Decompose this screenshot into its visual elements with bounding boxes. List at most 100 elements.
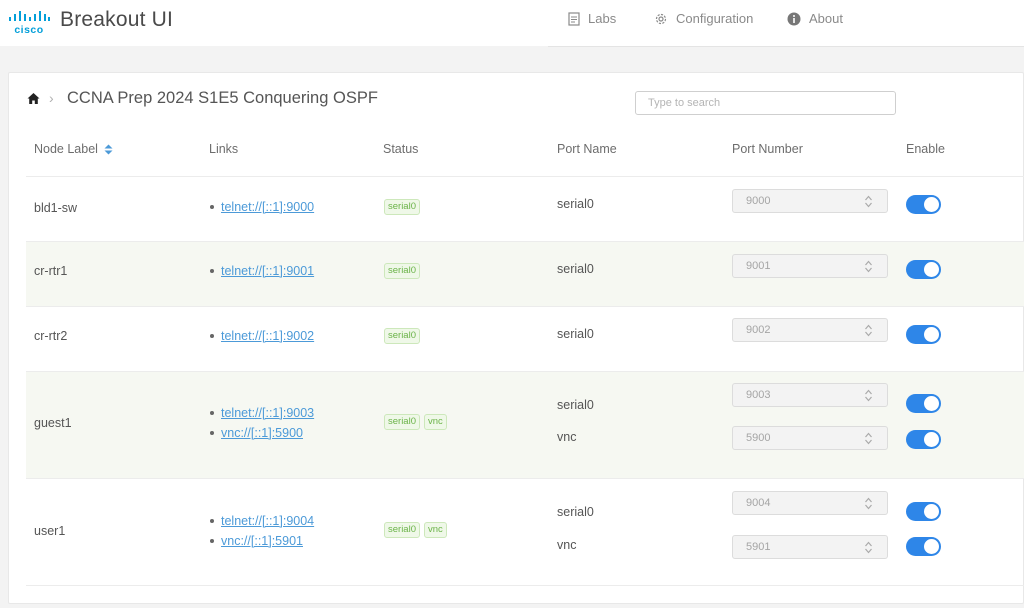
port-name: vnc bbox=[557, 430, 577, 444]
spinner-icon[interactable] bbox=[864, 324, 873, 337]
node-label: bld1-sw bbox=[34, 201, 78, 215]
info-icon bbox=[787, 12, 801, 25]
spinner-icon[interactable] bbox=[864, 432, 873, 445]
port-number-input[interactable]: 9003 bbox=[732, 383, 888, 407]
enable-toggle[interactable] bbox=[906, 394, 941, 413]
spinner-icon[interactable] bbox=[864, 195, 873, 208]
port-number-value: 9003 bbox=[746, 389, 771, 401]
gear-icon bbox=[655, 13, 667, 24]
column-header-port-number: Port Number bbox=[732, 142, 803, 156]
port-number-input[interactable]: 9002 bbox=[732, 318, 888, 342]
spinner-icon[interactable] bbox=[864, 497, 873, 510]
document-icon bbox=[568, 11, 580, 26]
port-name: serial0 bbox=[557, 327, 594, 341]
port-number-value: 9001 bbox=[746, 260, 771, 272]
status-badges: serial0 bbox=[384, 263, 424, 279]
column-header-status: Status bbox=[383, 142, 419, 156]
cisco-logo: cisco bbox=[9, 11, 50, 35]
toggle-knob bbox=[924, 262, 939, 277]
telnet-link[interactable]: telnet://[::1]:9000 bbox=[221, 200, 314, 214]
nav-configuration-label: Configuration bbox=[676, 11, 754, 26]
status-badge: serial0 bbox=[384, 199, 420, 215]
sort-icon[interactable] bbox=[104, 144, 113, 155]
telnet-link[interactable]: telnet://[::1]:9004 bbox=[221, 514, 314, 528]
node-label: cr-rtr1 bbox=[34, 264, 68, 278]
spinner-icon[interactable] bbox=[864, 541, 873, 554]
enable-toggle[interactable] bbox=[906, 325, 941, 344]
port-number-input[interactable]: 5900 bbox=[732, 426, 888, 450]
links-cell: telnet://[::1]:9000 bbox=[210, 197, 314, 217]
links-cell: telnet://[::1]:9003 vnc://[::1]:5900 bbox=[210, 403, 314, 443]
vnc-link[interactable]: vnc://[::1]:5900 bbox=[221, 426, 303, 440]
enable-toggle[interactable] bbox=[906, 195, 941, 214]
table-row: cr-rtr1 telnet://[::1]:9001 serial0 seri… bbox=[26, 242, 1024, 306]
app-title: Breakout UI bbox=[60, 8, 174, 31]
nav-about[interactable]: About bbox=[787, 11, 843, 26]
links-cell: telnet://[::1]:9001 bbox=[210, 261, 314, 281]
toggle-knob bbox=[924, 197, 939, 212]
list-item: telnet://[::1]:9002 bbox=[210, 326, 314, 346]
port-name: serial0 bbox=[557, 505, 594, 519]
telnet-link[interactable]: telnet://[::1]:9001 bbox=[221, 264, 314, 278]
status-badge: serial0 bbox=[384, 522, 420, 538]
port-name: vnc bbox=[557, 538, 577, 552]
node-label: guest1 bbox=[34, 416, 72, 430]
home-icon[interactable] bbox=[27, 92, 40, 105]
nav-configuration[interactable]: Configuration bbox=[654, 11, 753, 26]
port-number-input[interactable]: 5901 bbox=[732, 535, 888, 559]
status-badges: serial0 bbox=[384, 328, 424, 344]
spinner-icon[interactable] bbox=[864, 389, 873, 402]
enable-toggle[interactable] bbox=[906, 537, 941, 556]
enable-toggle[interactable] bbox=[906, 430, 941, 449]
search-input[interactable] bbox=[635, 91, 896, 115]
nav-labs[interactable]: Labs bbox=[568, 11, 616, 26]
table-row: guest1 telnet://[::1]:9003 vnc://[::1]:5… bbox=[26, 372, 1024, 478]
enable-toggle[interactable] bbox=[906, 502, 941, 521]
toggle-knob bbox=[924, 539, 939, 554]
list-item: telnet://[::1]:9004 bbox=[210, 511, 314, 531]
port-number-value: 9002 bbox=[746, 324, 771, 336]
status-badges: serial0 vnc bbox=[384, 522, 451, 538]
status-badge: serial0 bbox=[384, 263, 420, 279]
spinner-icon[interactable] bbox=[864, 260, 873, 273]
bullet-icon bbox=[210, 411, 214, 415]
toggle-knob bbox=[924, 504, 939, 519]
port-number-value: 5901 bbox=[746, 541, 771, 553]
page-title: CCNA Prep 2024 S1E5 Conquering OSPF bbox=[67, 89, 378, 107]
top-bar: cisco Breakout UI Labs Configuration Abo… bbox=[0, 0, 1024, 46]
port-number-input[interactable]: 9004 bbox=[732, 491, 888, 515]
enable-toggle[interactable] bbox=[906, 260, 941, 279]
toggle-knob bbox=[924, 432, 939, 447]
list-item: telnet://[::1]:9000 bbox=[210, 197, 314, 217]
breadcrumb-separator-icon: › bbox=[49, 90, 54, 106]
bullet-icon bbox=[210, 519, 214, 523]
telnet-link[interactable]: telnet://[::1]:9003 bbox=[221, 406, 314, 420]
list-item: vnc://[::1]:5900 bbox=[210, 423, 314, 443]
nav-about-label: About bbox=[809, 11, 843, 26]
list-item: vnc://[::1]:5901 bbox=[210, 531, 314, 551]
table-row: bld1-sw telnet://[::1]:9000 serial0 seri… bbox=[26, 177, 1024, 241]
list-item: telnet://[::1]:9003 bbox=[210, 403, 314, 423]
status-badge: vnc bbox=[424, 414, 447, 430]
node-label: user1 bbox=[34, 524, 66, 538]
bullet-icon bbox=[210, 269, 214, 273]
port-name: serial0 bbox=[557, 398, 594, 412]
node-label: cr-rtr2 bbox=[34, 329, 68, 343]
port-number-input[interactable]: 9001 bbox=[732, 254, 888, 278]
port-number-value: 5900 bbox=[746, 432, 771, 444]
links-cell: telnet://[::1]:9004 vnc://[::1]:5901 bbox=[210, 511, 314, 551]
port-name: serial0 bbox=[557, 262, 594, 276]
column-header-links: Links bbox=[209, 142, 239, 156]
port-number-value: 9004 bbox=[746, 497, 771, 509]
bullet-icon bbox=[210, 431, 214, 435]
cisco-wordmark: cisco bbox=[14, 24, 43, 35]
column-header-enable: Enable bbox=[906, 142, 945, 156]
links-cell: telnet://[::1]:9002 bbox=[210, 326, 314, 346]
vnc-link[interactable]: vnc://[::1]:5901 bbox=[221, 534, 303, 548]
toggle-knob bbox=[924, 327, 939, 342]
column-header-node-label[interactable]: Node Label bbox=[34, 142, 113, 156]
toggle-knob bbox=[924, 396, 939, 411]
port-number-input[interactable]: 9000 bbox=[732, 189, 888, 213]
status-badge: serial0 bbox=[384, 328, 420, 344]
telnet-link[interactable]: telnet://[::1]:9002 bbox=[221, 329, 314, 343]
